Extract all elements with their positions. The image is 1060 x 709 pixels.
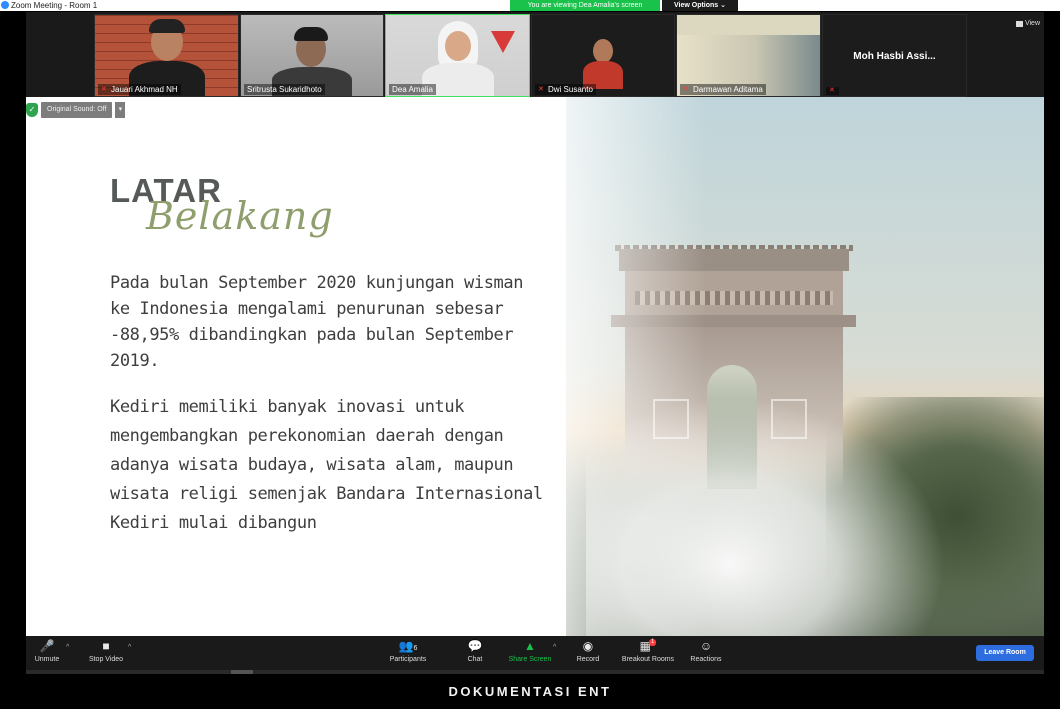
video-tile[interactable]: ✕ Jauari Akhmad NH bbox=[94, 14, 239, 97]
audio-controls: ✓ Original Sound: Off ▾ bbox=[26, 101, 126, 119]
chat-button[interactable]: 💬 Chat bbox=[462, 639, 488, 663]
participant-display-name: Moh Hasbi Assi... bbox=[853, 51, 936, 62]
video-tile[interactable]: ✕ Darmawan Aditama bbox=[676, 14, 821, 97]
video-options-caret[interactable]: ^ bbox=[128, 644, 131, 651]
participant-name-tag: Sritrusta Sukaridhoto bbox=[244, 84, 325, 95]
status-strip bbox=[26, 670, 1044, 674]
stop-video-button[interactable]: ■ Stop Video bbox=[84, 639, 128, 663]
original-sound-dropdown[interactable]: ▾ bbox=[115, 102, 126, 118]
slide-paragraph-1: Pada bulan September 2020 kunjungan wism… bbox=[110, 273, 524, 371]
breakout-rooms-icon: ▦1 bbox=[639, 639, 657, 653]
participant-name-tag: Dea Amalia bbox=[389, 84, 436, 95]
video-tile[interactable]: ✕ Dwi Susanto bbox=[531, 14, 675, 97]
participants-button[interactable]: 👥6 Participants bbox=[384, 639, 432, 663]
meeting-toolbar: 🎤 Unmute ^ ■ Stop Video ^ 👥6 Participant… bbox=[26, 636, 1044, 670]
original-sound-button[interactable]: Original Sound: Off bbox=[41, 102, 113, 118]
screen-share-banner: You are viewing Dea Amalia's screen bbox=[510, 0, 660, 11]
mic-muted-icon: 🎤 bbox=[39, 639, 55, 653]
video-tile[interactable]: Sritrusta Sukaridhoto bbox=[240, 14, 384, 97]
muted-mic-icon: ✕ bbox=[538, 85, 544, 93]
video-camera-icon: ■ bbox=[102, 639, 110, 653]
video-tile-active-speaker[interactable]: Dea Amalia bbox=[385, 14, 530, 97]
participant-name-tag: ✕ Jauari Akhmad NH bbox=[98, 84, 181, 95]
record-button[interactable]: ◉ Record bbox=[572, 639, 604, 663]
unmute-button[interactable]: 🎤 Unmute bbox=[32, 639, 62, 663]
documentation-caption: DOKUMENTASI ENT bbox=[448, 684, 612, 699]
slide-paragraph-2: Kediri memiliki banyak inovasi untuk men… bbox=[110, 397, 543, 533]
breakout-badge: 1 bbox=[649, 639, 657, 646]
zoom-logo-icon bbox=[1, 1, 9, 9]
reactions-icon: ☺ bbox=[699, 639, 713, 653]
breakout-rooms-button[interactable]: ▦1 Breakout Rooms bbox=[618, 639, 678, 663]
window-title: Zoom Meeting - Room 1 bbox=[11, 1, 98, 10]
participant-gallery: ✕ Jauari Akhmad NH Sritrusta Sukaridhoto… bbox=[26, 12, 1044, 97]
muted-mic-icon: ✕ bbox=[829, 87, 835, 94]
grid-view-icon bbox=[1015, 20, 1023, 27]
share-options-caret[interactable]: ^ bbox=[553, 644, 556, 651]
participant-name-tag: ✕ Darmawan Aditama bbox=[680, 84, 766, 95]
muted-mic-icon: ✕ bbox=[101, 85, 107, 93]
share-screen-button[interactable]: ▲ Share Screen bbox=[506, 639, 554, 663]
muted-mic-icon: ✕ bbox=[683, 85, 689, 93]
view-options-button[interactable]: View Options ⌄ bbox=[662, 0, 738, 11]
slide-heading-script: Belakang bbox=[146, 194, 334, 238]
security-shield-icon[interactable]: ✓ bbox=[26, 103, 38, 117]
participant-name-tag: ✕ bbox=[826, 87, 839, 95]
audio-options-caret[interactable]: ^ bbox=[66, 644, 69, 651]
record-icon: ◉ bbox=[582, 639, 594, 653]
reactions-button[interactable]: ☺ Reactions bbox=[686, 639, 726, 663]
share-screen-icon: ▲ bbox=[524, 639, 536, 653]
chat-bubble-icon: 💬 bbox=[467, 639, 483, 653]
participants-icon: 👥6 bbox=[398, 639, 418, 653]
participant-name-tag: ✕ Dwi Susanto bbox=[535, 84, 596, 95]
leave-room-button[interactable]: Leave Room bbox=[976, 645, 1034, 661]
video-tile-camera-off[interactable]: Moh Hasbi Assi... ✕ bbox=[822, 14, 967, 97]
gallery-view-button[interactable]: View bbox=[1015, 20, 1040, 27]
